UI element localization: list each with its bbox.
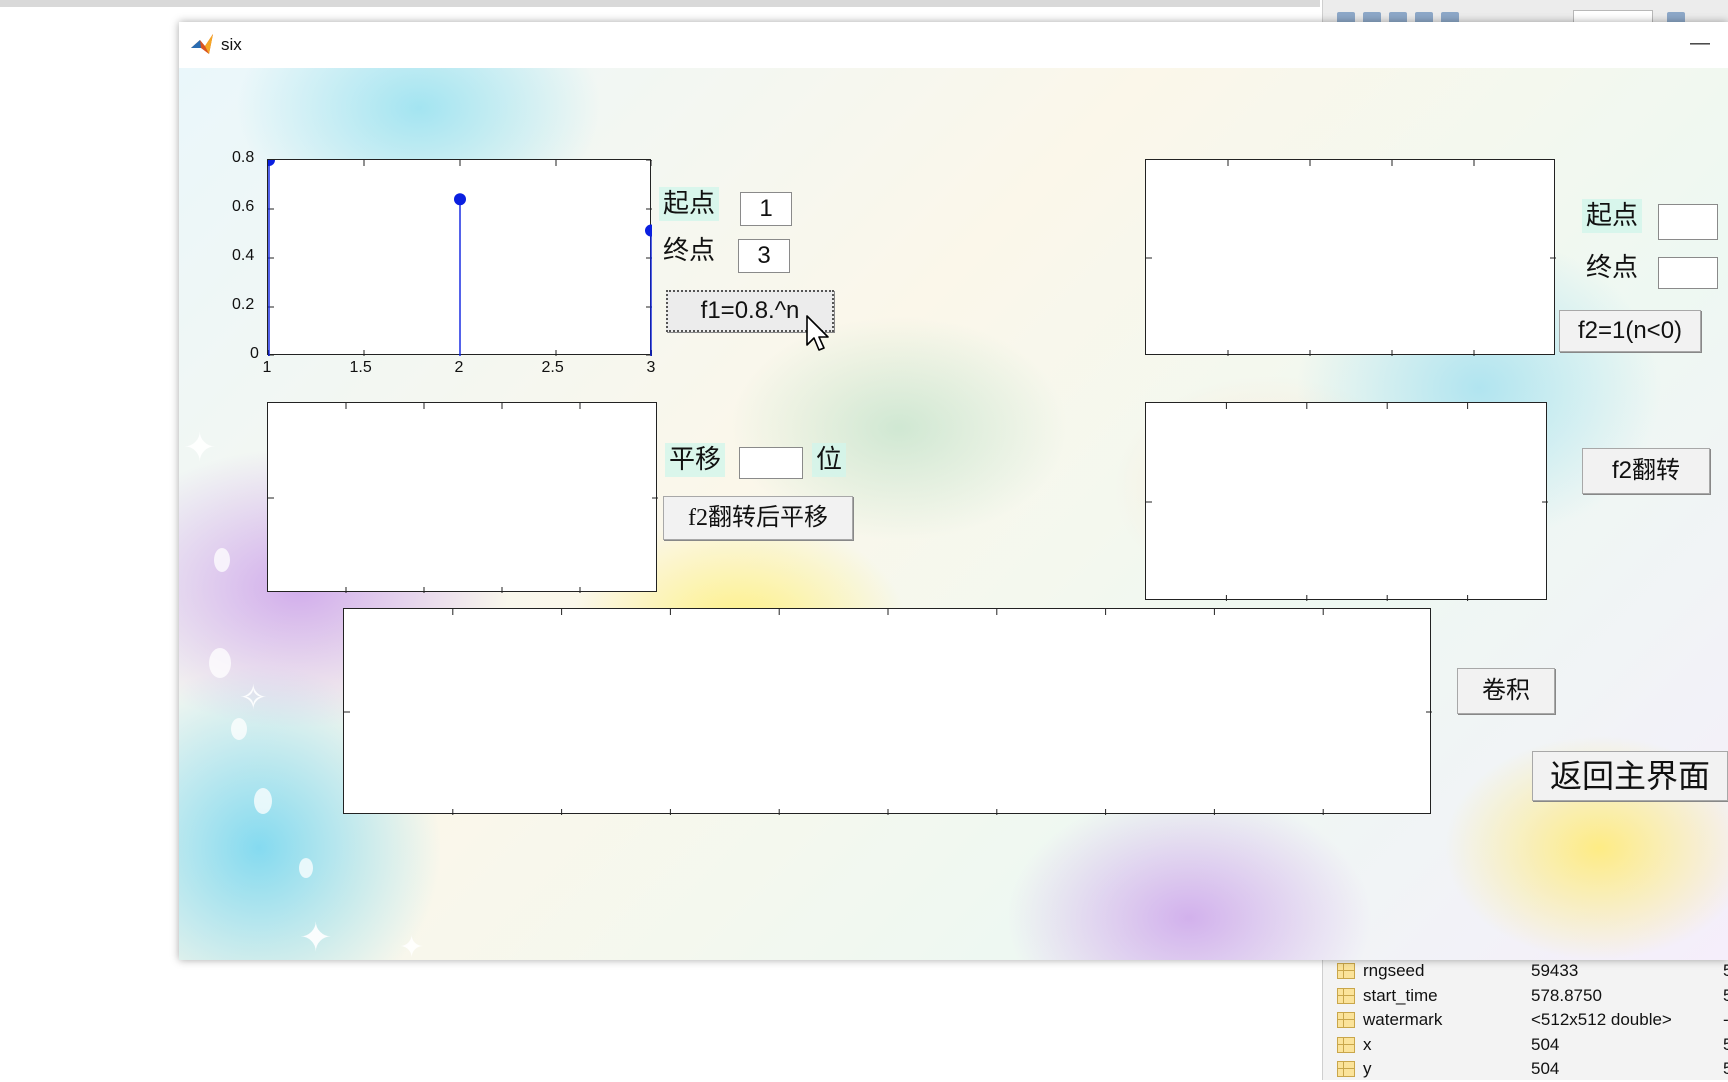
variable-name: y xyxy=(1363,1059,1372,1078)
shift-plot-axes[interactable] xyxy=(267,402,658,593)
f2-button[interactable]: f2=1(n<0) xyxy=(1559,310,1701,352)
y-tick-label: 0.6 xyxy=(232,198,255,215)
workspace-row[interactable]: x 504 5 xyxy=(1323,1034,1728,1058)
f2-end-label: 终点 xyxy=(1586,253,1639,282)
f1-start-label: 起点 xyxy=(659,187,720,221)
x-tick-label: 3 xyxy=(646,359,656,376)
f2-start-label: 起点 xyxy=(1582,199,1643,233)
shift-plot-ticks xyxy=(268,403,658,593)
f1-plot-axes[interactable] xyxy=(267,159,652,356)
flip-plot-axes[interactable] xyxy=(1145,402,1548,601)
variable-icon xyxy=(1337,1036,1355,1053)
flip-shift-button[interactable]: f2翻转后平移 xyxy=(663,496,853,540)
mouse-cursor-icon xyxy=(806,315,829,351)
f2-plot-ticks xyxy=(1146,160,1556,356)
f1-end-input[interactable]: 3 xyxy=(738,239,790,273)
flip-button[interactable]: f2翻转 xyxy=(1582,448,1710,494)
title-bar[interactable]: six — xyxy=(179,22,1728,68)
workspace-row[interactable]: start_time 578.8750 5 xyxy=(1323,985,1728,1009)
variable-icon xyxy=(1337,1012,1355,1028)
variable-name: watermark xyxy=(1363,1010,1443,1029)
x-tick-label: 1.5 xyxy=(349,359,372,376)
variable-extra: 5 xyxy=(1723,961,1728,980)
f1-stem-chart xyxy=(268,160,652,356)
variable-extra: - xyxy=(1723,1010,1728,1030)
y-tick-label: 0.2 xyxy=(232,296,255,313)
variable-extra: 5 xyxy=(1723,985,1728,1005)
convolution-button[interactable]: 卷积 xyxy=(1457,668,1555,714)
star-decoration: ✦ xyxy=(399,931,425,960)
f2-end-input[interactable] xyxy=(1658,257,1718,289)
variable-extra: 5 xyxy=(1723,1059,1728,1078)
variable-value: 59433 xyxy=(1531,961,1579,980)
variable-icon xyxy=(1337,963,1355,979)
flip-plot-ticks xyxy=(1146,403,1548,601)
convolution-plot-ticks xyxy=(344,609,1432,815)
shift-input[interactable] xyxy=(739,447,803,479)
x-tick-label: 2 xyxy=(454,359,464,376)
stem-marker xyxy=(645,224,652,237)
stem-marker xyxy=(268,160,275,166)
variable-value: 578.8750 xyxy=(1531,985,1602,1005)
figure-content: ✦ ✦ ✦ ✧ 1 1.5 2 2.5 3 0 0.2 0.4 0.6 0.8 起点 1 终点 … xyxy=(179,68,1728,960)
variable-value: <512x512 double> xyxy=(1531,1010,1672,1029)
shift-label: 平移 xyxy=(665,443,726,477)
minimize-button[interactable]: — xyxy=(1685,30,1715,60)
sparkle-decoration xyxy=(231,718,247,740)
workspace-row[interactable]: watermark <512x512 double> - xyxy=(1323,1009,1728,1033)
variable-value: 504 xyxy=(1531,1059,1560,1078)
variable-name: start_time xyxy=(1363,985,1438,1005)
workspace-row[interactable]: y 504 5 xyxy=(1323,1058,1728,1082)
variable-value: 504 xyxy=(1531,1034,1560,1054)
convolution-plot-axes[interactable] xyxy=(343,608,1432,815)
sparkle-decoration xyxy=(299,858,313,878)
f1-start-input[interactable]: 1 xyxy=(740,192,792,226)
f2-start-input[interactable] xyxy=(1658,204,1718,240)
star-decoration: ✧ xyxy=(239,679,268,717)
variable-extra: 5 xyxy=(1723,1034,1728,1054)
variable-name: rngseed xyxy=(1363,961,1425,980)
shift-unit-label: 位 xyxy=(812,443,847,477)
sparkle-decoration xyxy=(214,548,230,572)
y-tick-label: 0.8 xyxy=(232,149,255,166)
variable-icon xyxy=(1337,1061,1355,1077)
sparkle-decoration xyxy=(209,648,231,678)
back-to-main-button[interactable]: 返回主界面 xyxy=(1532,751,1728,801)
top-strip xyxy=(0,0,1320,7)
y-tick-label: 0.4 xyxy=(232,247,255,264)
window-title: six xyxy=(221,35,242,54)
y-tick-label: 0 xyxy=(250,345,259,362)
sparkle-decoration xyxy=(254,788,272,814)
matlab-icon xyxy=(191,34,213,54)
star-decoration: ✦ xyxy=(299,916,333,960)
variable-name: x xyxy=(1363,1034,1372,1054)
x-tick-label: 2.5 xyxy=(541,359,564,376)
f2-plot-axes[interactable] xyxy=(1145,159,1556,356)
x-tick-label: 1 xyxy=(262,359,272,376)
figure-window: six — ✦ ✦ ✦ ✧ 1 1.5 2 2.5 3 0 0.2 0.4 0.6 0.8 起点… xyxy=(179,22,1728,960)
stem-marker xyxy=(454,193,466,206)
star-decoration: ✦ xyxy=(183,426,217,470)
workspace-row[interactable]: rngseed 59433 5 xyxy=(1323,960,1728,984)
variable-icon xyxy=(1337,987,1355,1004)
f1-end-label: 终点 xyxy=(663,236,716,265)
